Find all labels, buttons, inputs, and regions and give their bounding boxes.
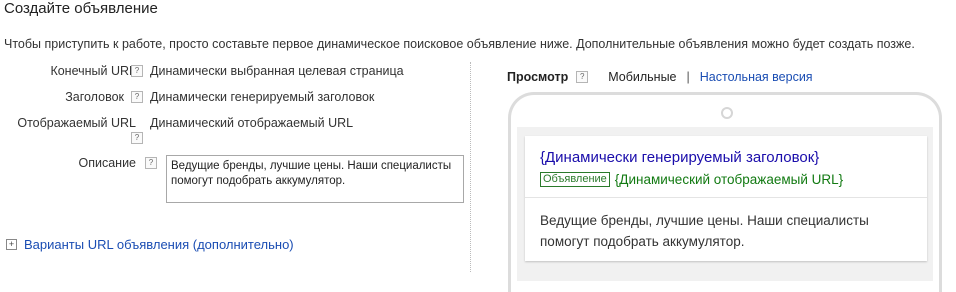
display-url-value: Динамический отображаемый URL [150, 116, 354, 130]
description-help-icon[interactable]: ? [145, 157, 157, 169]
ad-url-row: Объявление {Динамический отображаемый UR… [540, 172, 843, 187]
page-title: Создайте объявление [4, 0, 158, 17]
display-url-help-icon[interactable]: ? [131, 132, 143, 144]
tab-desktop-link[interactable]: Настольная версия [700, 70, 813, 84]
description-textarea[interactable]: Ведущие бренды, лучшие цены. Наши специа… [166, 155, 464, 203]
url-variants-label: Варианты URL объявления (дополнительно) [24, 237, 294, 252]
url-variants-toggle[interactable]: + Варианты URL объявления (дополнительно… [6, 237, 294, 252]
column-divider [470, 62, 471, 272]
description-label: Описание [78, 156, 136, 170]
ad-badge: Объявление [540, 172, 610, 187]
headline-value: Динамически генерируемый заголовок [150, 90, 375, 104]
preview-header: Просмотр ? Мобильные | Настольная версия [507, 70, 813, 84]
final-url-help-icon[interactable]: ? [131, 65, 143, 77]
display-url-label: Отображаемый URL [17, 116, 136, 130]
ad-description: Ведущие бренды, лучшие цены. Наши специа… [540, 213, 869, 249]
preview-help-icon[interactable]: ? [576, 71, 589, 83]
ad-headline[interactable]: {Динамически генерируемый заголовок} [540, 149, 819, 166]
expand-icon: + [6, 239, 17, 250]
headline-label: Заголовок [65, 90, 124, 104]
tab-separator: | [686, 70, 690, 84]
phone-camera-icon [721, 107, 733, 119]
intro-text: Чтобы приступить к работе, просто состав… [4, 37, 915, 51]
ad-divider [525, 197, 927, 198]
final-url-value: Динамически выбранная целевая страница [150, 64, 404, 78]
ad-display-url: {Динамический отображаемый URL} [614, 172, 844, 187]
tab-mobile[interactable]: Мобильные [608, 70, 676, 84]
headline-help-icon[interactable]: ? [131, 91, 143, 103]
final-url-label: Конечный URL [50, 64, 136, 78]
preview-label: Просмотр [507, 70, 569, 84]
